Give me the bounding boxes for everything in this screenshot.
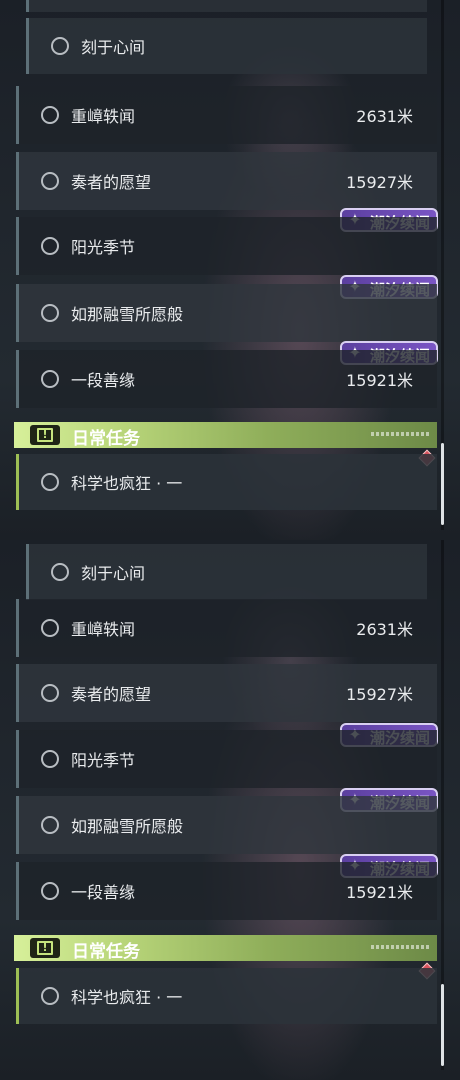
quest-label: 如那融雪所愿般 [71,305,184,324]
quest-row[interactable]: 阳光季节 [16,730,437,788]
quest-distance: 15927米 [346,173,413,192]
quest-distance: 15921米 [346,883,413,902]
quest-status-ring-icon [51,563,69,581]
daily-quest-row[interactable]: 科学也疯狂 · 一 [16,968,437,1024]
quest-label: 奏者的愿望 [71,685,152,704]
quest-status-ring-icon [41,750,59,768]
quest-row[interactable]: 重嶂轶闻 2631米 [16,86,437,144]
quest-row-cutoff [26,0,427,12]
quest-distance: 15927米 [346,685,413,704]
daily-quest-row[interactable]: 科学也疯狂 · 一 [16,454,437,510]
quest-label: 奏者的愿望 [71,173,152,192]
quest-label: 一段善缘 [71,883,136,902]
quest-label: 重嶂轶闻 [71,620,136,639]
quest-label: 重嶂轶闻 [71,107,136,126]
daily-quest-title: 日常任务 [72,429,140,449]
scrollbar-thumb[interactable] [441,984,444,1066]
quest-panel-bottom: 刻于心间 重嶂轶闻 2631米 奏者的愿望 15927米 ✦ 潮汐续闻 阳光季节… [0,540,460,1080]
quest-row[interactable]: 重嶂轶闻 2631米 [16,599,437,657]
quest-status-ring-icon [41,816,59,834]
quest-panel-top: 刻于心间 重嶂轶闻 2631米 奏者的愿望 15927米 ✦ 潮汐续闻 阳光季节… [0,0,460,540]
quest-row[interactable]: 阳光季节 [16,217,437,275]
daily-quest-title: 日常任务 [72,942,140,962]
quest-label: 科学也疯狂 · 一 [71,988,183,1007]
quest-row-first[interactable]: 刻于心间 [26,544,427,600]
quest-status-ring-icon [41,304,59,322]
quest-distance: 2631米 [356,107,413,126]
quest-label: 阳光季节 [71,751,136,770]
header-decoration [371,945,429,949]
quest-label: 刻于心间 [81,38,146,57]
header-decoration [371,432,429,436]
quest-status-ring-icon [41,172,59,190]
daily-quest-header[interactable]: ! 日常任务 [14,422,437,449]
quest-status-ring-icon [41,619,59,637]
scrollbar-thumb[interactable] [441,443,444,525]
quest-row[interactable]: 一段善缘 15921米 [16,350,437,408]
quest-row[interactable]: 如那融雪所愿般 [16,284,437,342]
alert-icon: ! [30,938,60,958]
quest-label: 阳光季节 [71,238,136,257]
quest-status-ring-icon [41,473,59,491]
alert-icon: ! [30,425,60,445]
quest-status-ring-icon [41,106,59,124]
quest-row[interactable]: 奏者的愿望 15927米 [16,152,437,210]
quest-label: 一段善缘 [71,371,136,390]
daily-quest-header[interactable]: ! 日常任务 [14,935,437,962]
quest-status-ring-icon [51,37,69,55]
quest-status-ring-icon [41,370,59,388]
quest-row[interactable]: 如那融雪所愿般 [16,796,437,854]
quest-distance: 15921米 [346,371,413,390]
quest-distance: 2631米 [356,620,413,639]
quest-status-ring-icon [41,684,59,702]
quest-row[interactable]: 一段善缘 15921米 [16,862,437,920]
quest-label: 科学也疯狂 · 一 [71,474,183,493]
quest-row[interactable]: 奏者的愿望 15927米 [16,664,437,722]
quest-status-ring-icon [41,237,59,255]
quest-row-first[interactable]: 刻于心间 [26,18,427,74]
quest-status-ring-icon [41,987,59,1005]
quest-label: 如那融雪所愿般 [71,817,184,836]
quest-status-ring-icon [41,882,59,900]
quest-label: 刻于心间 [81,564,146,583]
